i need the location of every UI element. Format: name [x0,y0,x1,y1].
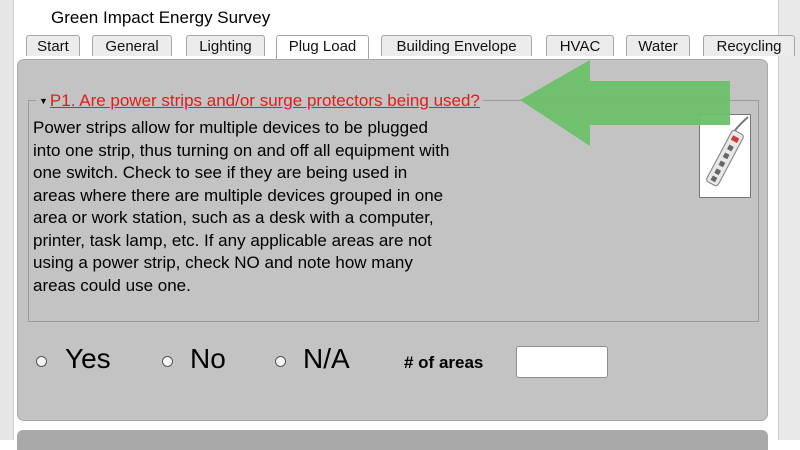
radio-yes[interactable] [36,356,47,367]
green-arrow-annotation [520,60,730,146]
next-question-panel [17,430,768,450]
app-title: Green Impact Energy Survey [51,8,271,27]
answer-row: Yes No N/A [0,340,800,384]
option-yes-label[interactable]: Yes [65,343,111,375]
tab-building-envelope[interactable]: Building Envelope [381,35,532,56]
tab-water[interactable]: Water [626,35,690,56]
radio-no[interactable] [162,356,173,367]
question-title[interactable]: P1. Are power strips and/or surge protec… [50,91,480,111]
areas-input[interactable] [516,346,608,378]
question-legend[interactable]: ▼ P1. Are power strips and/or surge prot… [36,91,483,111]
tab-recycling[interactable]: Recycling [703,35,795,56]
tab-general[interactable]: General [92,35,172,56]
question-description: Power strips allow for multiple devices … [33,118,450,295]
tab-lighting[interactable]: Lighting [186,35,265,56]
tab-hvac[interactable]: HVAC [546,35,614,56]
tab-start[interactable]: Start [26,35,80,56]
areas-label: # of areas [404,353,484,372]
tab-plug-load[interactable]: Plug Load [276,35,369,59]
radio-na[interactable] [275,356,286,367]
option-na-label[interactable]: N/A [303,343,350,375]
tab-bar: Start General Lighting Plug Load Buildin… [0,35,800,59]
collapse-triangle-icon[interactable]: ▼ [39,96,48,106]
option-no-label[interactable]: No [190,343,226,375]
